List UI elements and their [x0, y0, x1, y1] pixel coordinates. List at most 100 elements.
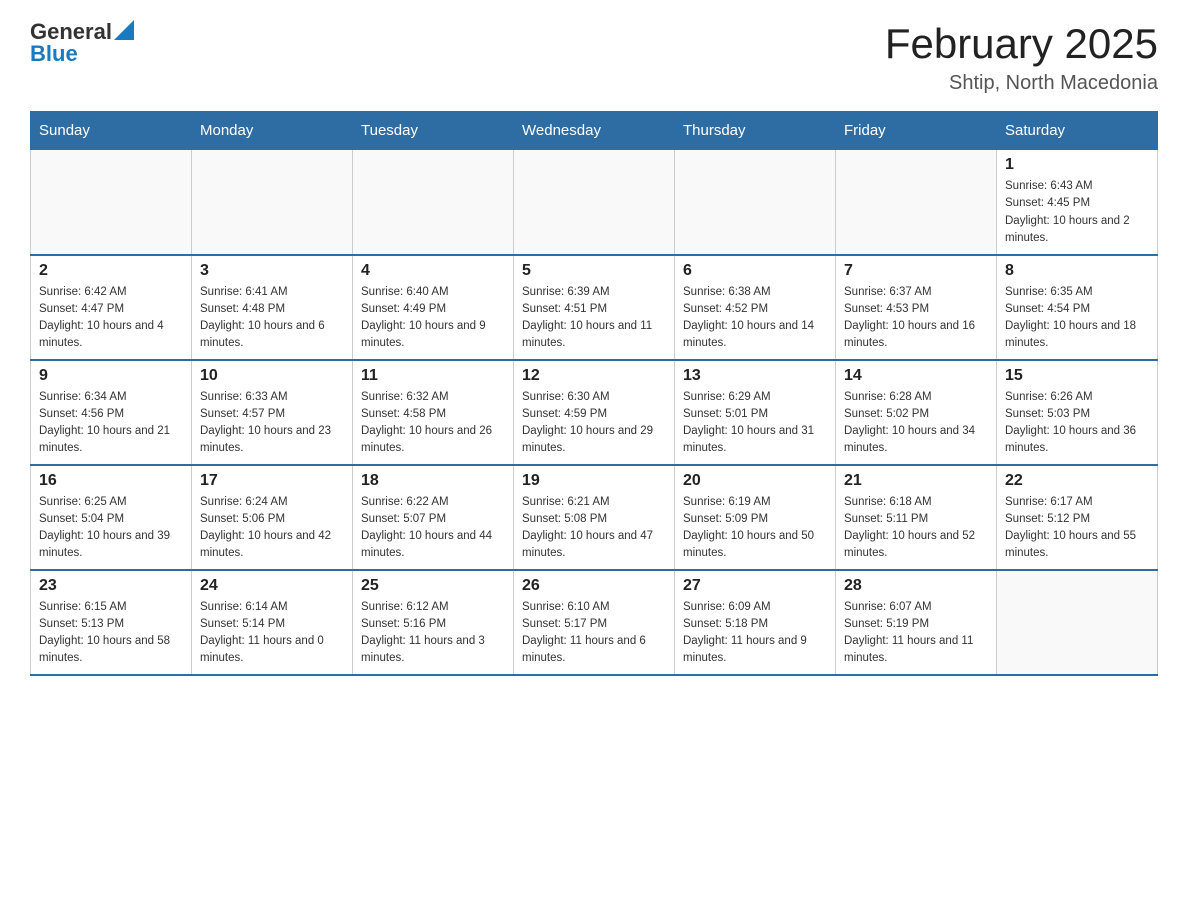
day-number: 18 — [361, 472, 505, 490]
logo: General Blue — [30, 20, 134, 66]
calendar-header-row: SundayMondayTuesdayWednesdayThursdayFrid… — [31, 112, 1158, 150]
day-of-week-header: Friday — [836, 112, 997, 150]
day-info: Sunrise: 6:21 AMSunset: 5:08 PMDaylight:… — [522, 494, 666, 563]
day-info: Sunrise: 6:30 AMSunset: 4:59 PMDaylight:… — [522, 389, 666, 458]
day-info: Sunrise: 6:15 AMSunset: 5:13 PMDaylight:… — [39, 599, 183, 668]
day-info: Sunrise: 6:22 AMSunset: 5:07 PMDaylight:… — [361, 494, 505, 563]
calendar-cell — [836, 150, 997, 255]
calendar-cell: 7Sunrise: 6:37 AMSunset: 4:53 PMDaylight… — [836, 255, 997, 360]
calendar-cell — [31, 150, 192, 255]
day-info: Sunrise: 6:29 AMSunset: 5:01 PMDaylight:… — [683, 389, 827, 458]
calendar-week-row: 9 Sunrise: 6:34 AMSunset: 4:56 PMDaylight… — [31, 360, 1158, 465]
day-info: Sunrise: 6:07 AMSunset: 5:19 PMDaylight:… — [844, 599, 988, 668]
day-number: 21 — [844, 472, 988, 490]
day-number: 23 — [39, 577, 183, 595]
day-number: 5 — [522, 262, 666, 280]
day-number: 8 — [1005, 262, 1149, 280]
page-header: General Blue February 2025 Shtip, North … — [30, 20, 1158, 95]
day-number: 25 — [361, 577, 505, 595]
day-info: Sunrise: 6:24 AMSunset: 5:06 PMDaylight:… — [200, 494, 344, 563]
calendar-cell: 2 Sunrise: 6:42 AMSunset: 4:47 PMDaylight… — [31, 255, 192, 360]
day-number: 22 — [1005, 472, 1149, 490]
calendar-cell: 13 Sunrise: 6:29 AMSunset: 5:01 PMDayligh… — [675, 360, 836, 465]
calendar-cell: 28 Sunrise: 6:07 AMSunset: 5:19 PMDayligh… — [836, 570, 997, 675]
day-info: Sunrise: 6:14 AMSunset: 5:14 PMDaylight:… — [200, 599, 344, 668]
calendar-cell: 18 Sunrise: 6:22 AMSunset: 5:07 PMDayligh… — [353, 465, 514, 570]
calendar-cell — [514, 150, 675, 255]
calendar-cell: 27Sunrise: 6:09 AMSunset: 5:18 PMDayligh… — [675, 570, 836, 675]
calendar-cell: 4 Sunrise: 6:40 AMSunset: 4:49 PMDaylight… — [353, 255, 514, 360]
calendar-cell: 6Sunrise: 6:38 AMSunset: 4:52 PMDaylight… — [675, 255, 836, 360]
calendar-cell — [675, 150, 836, 255]
location: Shtip, North Macedonia — [885, 72, 1158, 95]
calendar-cell: 14 Sunrise: 6:28 AMSunset: 5:02 PMDayligh… — [836, 360, 997, 465]
day-info: Sunrise: 6:38 AMSunset: 4:52 PMDaylight:… — [683, 284, 827, 353]
calendar-cell: 5Sunrise: 6:39 AMSunset: 4:51 PMDaylight… — [514, 255, 675, 360]
day-of-week-header: Saturday — [997, 112, 1158, 150]
day-number: 7 — [844, 262, 988, 280]
day-info: Sunrise: 6:17 AMSunset: 5:12 PMDaylight:… — [1005, 494, 1149, 563]
day-info: Sunrise: 6:28 AMSunset: 5:02 PMDaylight:… — [844, 389, 988, 458]
day-number: 24 — [200, 577, 344, 595]
calendar-table: SundayMondayTuesdayWednesdayThursdayFrid… — [30, 111, 1158, 676]
day-number: 10 — [200, 367, 344, 385]
calendar-week-row: 16 Sunrise: 6:25 AMSunset: 5:04 PMDayligh… — [31, 465, 1158, 570]
calendar-cell: 25 Sunrise: 6:12 AMSunset: 5:16 PMDayligh… — [353, 570, 514, 675]
day-info: Sunrise: 6:10 AMSunset: 5:17 PMDaylight:… — [522, 599, 666, 668]
title-section: February 2025 Shtip, North Macedonia — [885, 20, 1158, 95]
calendar-cell: 23 Sunrise: 6:15 AMSunset: 5:13 PMDayligh… — [31, 570, 192, 675]
calendar-cell: 19 Sunrise: 6:21 AMSunset: 5:08 PMDayligh… — [514, 465, 675, 570]
day-info: Sunrise: 6:12 AMSunset: 5:16 PMDaylight:… — [361, 599, 505, 668]
calendar-week-row: 1 Sunrise: 6:43 AMSunset: 4:45 PMDaylight… — [31, 150, 1158, 255]
calendar-week-row: 23 Sunrise: 6:15 AMSunset: 5:13 PMDayligh… — [31, 570, 1158, 675]
calendar-cell: 24 Sunrise: 6:14 AMSunset: 5:14 PMDayligh… — [192, 570, 353, 675]
day-number: 9 — [39, 367, 183, 385]
day-number: 13 — [683, 367, 827, 385]
day-number: 12 — [522, 367, 666, 385]
day-number: 28 — [844, 577, 988, 595]
day-info: Sunrise: 6:33 AMSunset: 4:57 PMDaylight:… — [200, 389, 344, 458]
day-info: Sunrise: 6:34 AMSunset: 4:56 PMDaylight:… — [39, 389, 183, 458]
calendar-cell: 21 Sunrise: 6:18 AMSunset: 5:11 PMDayligh… — [836, 465, 997, 570]
calendar-cell: 3 Sunrise: 6:41 AMSunset: 4:48 PMDaylight… — [192, 255, 353, 360]
day-number: 15 — [1005, 367, 1149, 385]
calendar-cell: 9 Sunrise: 6:34 AMSunset: 4:56 PMDaylight… — [31, 360, 192, 465]
day-number: 20 — [683, 472, 827, 490]
calendar-week-row: 2 Sunrise: 6:42 AMSunset: 4:47 PMDaylight… — [31, 255, 1158, 360]
calendar-cell — [353, 150, 514, 255]
day-number: 26 — [522, 577, 666, 595]
day-info: Sunrise: 6:32 AMSunset: 4:58 PMDaylight:… — [361, 389, 505, 458]
calendar-cell: 8 Sunrise: 6:35 AMSunset: 4:54 PMDaylight… — [997, 255, 1158, 360]
day-of-week-header: Thursday — [675, 112, 836, 150]
calendar-cell: 16 Sunrise: 6:25 AMSunset: 5:04 PMDayligh… — [31, 465, 192, 570]
day-info: Sunrise: 6:43 AMSunset: 4:45 PMDaylight:… — [1005, 178, 1149, 247]
calendar-cell: 12 Sunrise: 6:30 AMSunset: 4:59 PMDayligh… — [514, 360, 675, 465]
day-number: 19 — [522, 472, 666, 490]
day-of-week-header: Monday — [192, 112, 353, 150]
day-info: Sunrise: 6:40 AMSunset: 4:49 PMDaylight:… — [361, 284, 505, 353]
day-number: 17 — [200, 472, 344, 490]
day-info: Sunrise: 6:19 AMSunset: 5:09 PMDaylight:… — [683, 494, 827, 563]
logo-text-blue: Blue — [30, 42, 134, 66]
day-of-week-header: Sunday — [31, 112, 192, 150]
day-info: Sunrise: 6:25 AMSunset: 5:04 PMDaylight:… — [39, 494, 183, 563]
day-number: 14 — [844, 367, 988, 385]
day-number: 3 — [200, 262, 344, 280]
day-info: Sunrise: 6:18 AMSunset: 5:11 PMDaylight:… — [844, 494, 988, 563]
day-info: Sunrise: 6:09 AMSunset: 5:18 PMDaylight:… — [683, 599, 827, 668]
calendar-cell: 1 Sunrise: 6:43 AMSunset: 4:45 PMDaylight… — [997, 150, 1158, 255]
day-number: 2 — [39, 262, 183, 280]
calendar-cell — [192, 150, 353, 255]
calendar-cell — [997, 570, 1158, 675]
day-number: 4 — [361, 262, 505, 280]
day-info: Sunrise: 6:35 AMSunset: 4:54 PMDaylight:… — [1005, 284, 1149, 353]
calendar-cell: 26 Sunrise: 6:10 AMSunset: 5:17 PMDayligh… — [514, 570, 675, 675]
day-of-week-header: Wednesday — [514, 112, 675, 150]
day-number: 16 — [39, 472, 183, 490]
month-title: February 2025 — [885, 20, 1158, 68]
day-info: Sunrise: 6:41 AMSunset: 4:48 PMDaylight:… — [200, 284, 344, 353]
day-number: 1 — [1005, 156, 1149, 174]
day-info: Sunrise: 6:42 AMSunset: 4:47 PMDaylight:… — [39, 284, 183, 353]
day-of-week-header: Tuesday — [353, 112, 514, 150]
calendar-cell: 17 Sunrise: 6:24 AMSunset: 5:06 PMDayligh… — [192, 465, 353, 570]
